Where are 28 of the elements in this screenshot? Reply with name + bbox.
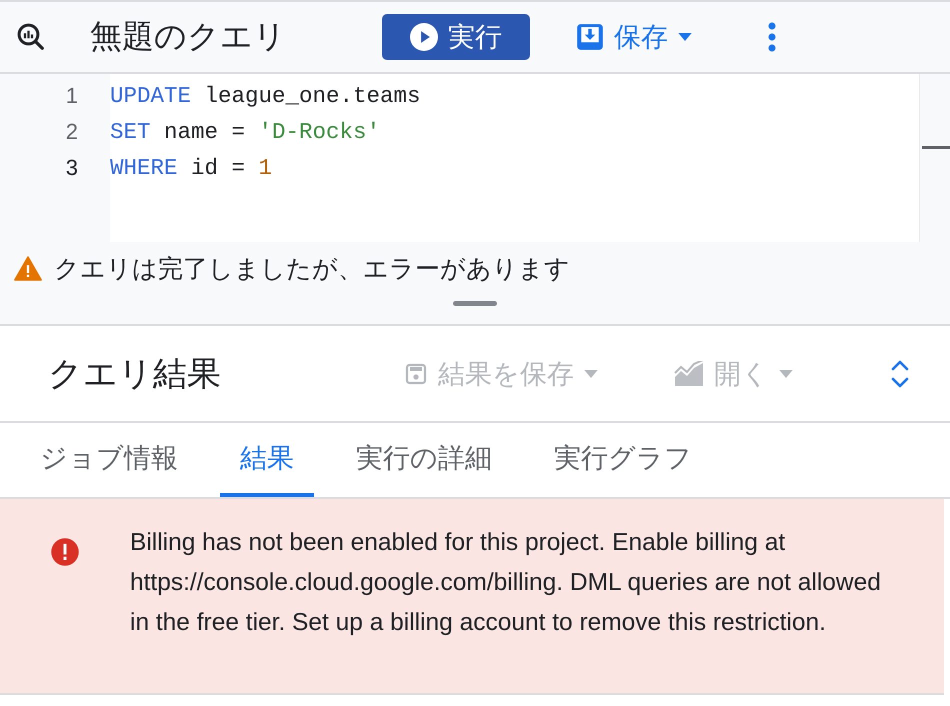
error-message: Billing has not been enabled for this project. Enable billing at https://console.cloud.google.com/billing. DML queries are not allowed in the free tier. Set up a billing account to remove this restriction. — [130, 528, 882, 638]
line-number: 3 — [64, 154, 79, 182]
scroll-marker — [922, 146, 950, 149]
tab[interactable]: ジョブ情報 — [20, 423, 198, 497]
code-line: SET name = 'D-Rocks' — [110, 118, 382, 147]
resize-handle[interactable] — [453, 301, 497, 306]
query-title: 無題のクエリ — [90, 17, 287, 56]
line-number: 2 — [64, 118, 79, 146]
play-icon — [410, 23, 438, 51]
floppy-icon — [404, 362, 428, 386]
caret-icon — [678, 33, 692, 41]
tab[interactable]: 実行の詳細 — [336, 423, 512, 497]
download-save-icon — [576, 23, 604, 51]
results-title: クエリ結果 — [48, 354, 222, 394]
code-line: WHERE id = 1 — [110, 154, 274, 183]
caret-icon — [584, 370, 598, 378]
run-button[interactable]: 実行 — [382, 14, 530, 60]
save-button[interactable]: 保存 — [570, 18, 698, 56]
error-icon — [50, 537, 80, 567]
tab[interactable]: 実行グラフ — [534, 423, 712, 497]
code-editor[interactable]: UPDATE league_one.teams SET name = 'D-Rocks' WHERE id = 1 — [110, 74, 919, 242]
line-number: 1 — [64, 82, 79, 110]
chart-icon — [674, 360, 704, 386]
caret-icon — [779, 370, 793, 378]
status-message: クエリは完了しましたが、エラーがあります — [54, 254, 570, 285]
code-line: UPDATE league_one.teams — [110, 82, 422, 111]
query-search-icon — [16, 22, 46, 52]
warning-icon — [14, 256, 42, 281]
